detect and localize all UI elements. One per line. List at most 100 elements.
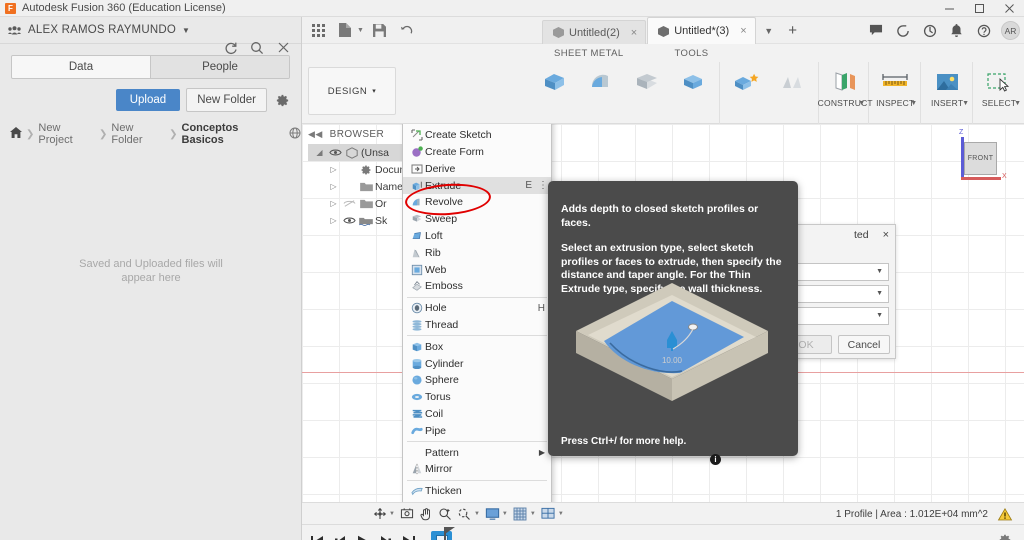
chevron-down-icon[interactable]: ▼ [474, 511, 480, 517]
chevron-down-icon[interactable]: ▼ [530, 511, 536, 517]
chevron-down-icon[interactable]: ▼ [558, 511, 564, 517]
job-status-icon[interactable] [890, 17, 915, 44]
menu-item-emboss[interactable]: Emboss [403, 278, 551, 295]
step-back-icon[interactable] [333, 535, 347, 540]
chevron-down-icon[interactable]: ▼ [357, 27, 364, 34]
ribbon-tab-sheet-metal[interactable]: SHEET METAL [541, 48, 637, 59]
avatar[interactable]: AR [1001, 21, 1020, 40]
expand-arrow-icon[interactable]: ▷ [326, 182, 341, 191]
chevron-down-icon[interactable]: ▼ [757, 17, 781, 44]
canvas-3d-viewport[interactable]: Z X FRONT ted × ▼ ▼ ▼ OK Cancel ◀◀ BROWS… [302, 124, 1024, 502]
menu-item-pattern[interactable]: Pattern ▶ [403, 444, 551, 461]
ribbon-button-select[interactable]: SELECT [976, 62, 1022, 120]
chevron-down-icon[interactable]: ▼ [962, 100, 969, 107]
breadcrumb-item-2[interactable]: Conceptos Basicos [182, 122, 279, 146]
menu-item-rib[interactable]: Rib [403, 244, 551, 261]
jump-to-end-icon[interactable] [402, 535, 416, 540]
visibility-off-icon[interactable] [341, 199, 357, 208]
chevron-down-icon[interactable]: ▼ [858, 100, 865, 107]
breadcrumb-item-0[interactable]: New Project [38, 122, 95, 146]
menu-item-coil[interactable]: Coil [403, 406, 551, 423]
help-icon[interactable] [971, 17, 996, 44]
visibility-icon[interactable] [341, 216, 357, 225]
comments-icon[interactable] [863, 17, 888, 44]
menu-item-pipe[interactable]: Pipe [403, 422, 551, 439]
document-tab-1[interactable]: Untitled*(3) × [647, 17, 756, 44]
ribbon-button-revolve[interactable] [578, 62, 624, 120]
display-settings-icon[interactable] [483, 504, 502, 524]
cancel-button[interactable]: Cancel [838, 335, 890, 354]
visibility-icon[interactable] [327, 148, 343, 157]
home-icon[interactable] [10, 127, 22, 141]
timeline-sketch-feature[interactable] [431, 526, 455, 540]
close-panel-icon[interactable] [271, 36, 295, 60]
ribbon-button-inspect[interactable]: INSPECT [872, 62, 918, 120]
new-folder-button[interactable]: New Folder [186, 88, 267, 112]
ribbon-button-sweep[interactable] [624, 62, 670, 120]
document-tab-0[interactable]: Untitled(2) × [542, 20, 647, 44]
ribbon-button-extrude[interactable] [532, 62, 578, 120]
zoom-icon[interactable] [436, 504, 455, 524]
menu-item-sphere[interactable]: Sphere [403, 372, 551, 389]
ribbon-button-assemble[interactable] [769, 62, 815, 120]
minimize-icon[interactable] [934, 0, 964, 17]
close-icon[interactable] [994, 0, 1024, 17]
expand-arrow-icon[interactable]: ▷ [326, 216, 341, 225]
pan-icon[interactable] [417, 504, 436, 524]
menu-item-boundary-fill[interactable]: Boundary Fill [403, 500, 551, 503]
menu-item-sweep[interactable]: Sweep [403, 211, 551, 228]
gear-icon[interactable] [273, 91, 291, 109]
orbit-icon[interactable] [370, 504, 389, 524]
collapse-panel-icon[interactable]: ◀◀ [308, 129, 323, 140]
globe-icon[interactable] [289, 127, 301, 142]
ribbon-button-insert[interactable]: INSERT [924, 62, 970, 120]
menu-item-create-form[interactable]: Create Form [403, 144, 551, 161]
viewports-icon[interactable] [539, 504, 558, 524]
expand-arrow-icon[interactable]: ▷ [326, 199, 341, 208]
view-cube[interactable]: Z X FRONT [950, 129, 1007, 188]
notifications-icon[interactable] [944, 17, 969, 44]
ribbon-button-construct[interactable]: CONSTRUCT [818, 62, 873, 120]
zoom-window-icon[interactable] [455, 504, 474, 524]
menu-item-thread[interactable]: Thread [403, 317, 551, 334]
search-icon[interactable] [245, 36, 269, 60]
menu-item-derive[interactable]: Derive [403, 160, 551, 177]
ribbon-button-box[interactable] [670, 62, 716, 120]
jump-to-beginning-icon[interactable] [310, 535, 324, 540]
view-cube-face[interactable]: FRONT [964, 142, 997, 175]
create-dropdown-menu[interactable]: New ComponentCreate SketchCreate FormDer… [402, 124, 552, 502]
info-icon[interactable]: i [710, 454, 721, 465]
play-icon[interactable] [356, 535, 370, 540]
ribbon-tab-tools[interactable]: TOOLS [662, 48, 722, 59]
menu-item-revolve[interactable]: Revolve [403, 194, 551, 211]
expand-arrow-icon[interactable]: ▷ [326, 165, 341, 174]
undo-icon[interactable] [396, 19, 418, 41]
menu-item-extrude[interactable]: Extrude E ⋮ [403, 177, 551, 194]
close-tab-icon[interactable]: × [631, 27, 637, 39]
breadcrumb-item-1[interactable]: New Folder [111, 122, 165, 146]
menu-item-overflow-icon[interactable]: ⋮ [538, 180, 548, 191]
menu-item-cylinder[interactable]: Cylinder [403, 355, 551, 372]
close-tab-icon[interactable]: × [740, 25, 746, 37]
chevron-down-icon[interactable]: ▼ [1014, 100, 1021, 107]
grid-snaps-icon[interactable] [511, 504, 530, 524]
chevron-down-icon[interactable]: ▼ [389, 511, 395, 517]
save-icon[interactable] [369, 19, 391, 41]
upload-button[interactable]: Upload [115, 89, 181, 111]
menu-item-web[interactable]: Web [403, 261, 551, 278]
chevron-down-icon[interactable]: ▼ [182, 26, 190, 35]
maximize-icon[interactable] [964, 0, 994, 17]
look-at-icon[interactable] [398, 504, 417, 524]
timeline-marker-flag[interactable] [445, 526, 455, 534]
warning-icon[interactable] [997, 508, 1013, 524]
menu-item-mirror[interactable]: Mirror [403, 461, 551, 478]
ribbon-button-modify[interactable] [723, 62, 769, 120]
menu-item-hole[interactable]: Hole H [403, 300, 551, 317]
chevron-down-icon[interactable]: ▼ [910, 100, 917, 107]
grid-icon[interactable] [307, 19, 329, 41]
workspace-selector[interactable]: DESIGN ▾ [308, 67, 396, 115]
step-forward-icon[interactable] [379, 535, 393, 540]
menu-item-loft[interactable]: Loft [403, 228, 551, 245]
expand-arrow-icon[interactable]: ◢ [312, 148, 327, 157]
menu-item-create-sketch[interactable]: Create Sketch [403, 127, 551, 144]
